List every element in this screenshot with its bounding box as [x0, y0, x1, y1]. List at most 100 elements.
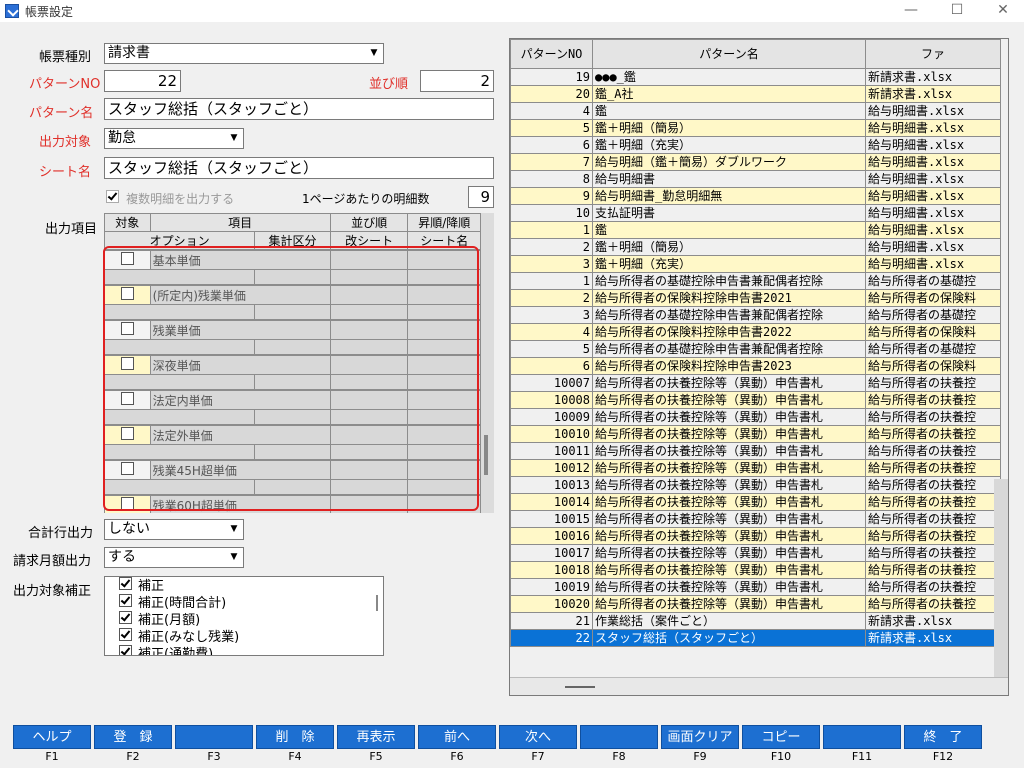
report-type-select[interactable]: 請求書 ▼	[104, 43, 384, 64]
table-row[interactable]: 10010 給与所得者の扶養控除等（異動）申告書札 給与所得者の扶養控	[510, 425, 1001, 443]
fkey-button-f3[interactable]	[175, 725, 253, 749]
table-row[interactable]: 3 給与所得者の基礎控除申告書兼配偶者控除 給与所得者の基礎控	[510, 306, 1001, 324]
table-row[interactable]: 5 鑑＋明細（簡易） 給与明細書.xlsx	[510, 119, 1001, 137]
checkbox-icon[interactable]	[119, 645, 132, 655]
fkey-button-f4[interactable]: 削 除	[256, 725, 334, 749]
correction-scrollbar-thumb[interactable]	[376, 595, 378, 611]
pattern-no-input[interactable]: 22	[104, 70, 181, 92]
total-row-select[interactable]: しない ▼	[104, 519, 244, 540]
fkey-button-f10[interactable]: コピー	[742, 725, 820, 749]
table-row[interactable]: 10020 給与所得者の扶養控除等（異動）申告書札 給与所得者の扶養控	[510, 595, 1001, 613]
correction-item[interactable]: 補正(みなし残業)	[105, 628, 383, 645]
checkbox-icon[interactable]	[119, 611, 132, 624]
pattern-table[interactable]: パターンNO パターン名 ファ 19 ●●●_鑑 新請求書.xlsx 20 鑑_A社 新請…	[509, 38, 1009, 696]
table-row[interactable]: 10012 給与所得者の扶養控除等（異動）申告書札 給与所得者の扶養控	[510, 459, 1001, 477]
items-scrollbar-thumb[interactable]	[484, 435, 488, 475]
window-title: 帳票設定	[25, 5, 74, 19]
table-row[interactable]: 4 鑑給与明細書.xlsx	[510, 102, 1001, 120]
correction-item[interactable]: 補正(時間合計)	[105, 594, 383, 611]
fkey-button-f11[interactable]	[823, 725, 901, 749]
table-row[interactable]: 21 作業総括（案件ごと） 新請求書.xlsx	[510, 612, 1001, 630]
checkbox-icon[interactable]	[119, 594, 132, 607]
billing-amount-select[interactable]: する ▼	[104, 547, 244, 568]
col-pattern-no[interactable]: パターンNO	[510, 39, 593, 69]
table-row[interactable]: 6 鑑＋明細（充実） 給与明細書.xlsx	[510, 136, 1001, 154]
pattern-name-cell: 作業総括（案件ごと）	[592, 612, 866, 630]
table-row[interactable]: 2 鑑＋明細（簡易） 給与明細書.xlsx	[510, 238, 1001, 256]
correction-item[interactable]: 補正	[105, 577, 383, 594]
col-file[interactable]: ファ	[865, 39, 1001, 69]
pattern-no-cell: 3	[510, 255, 593, 273]
fkey-number: F7	[531, 750, 545, 763]
table-row[interactable]: 10013 給与所得者の扶養控除等（異動）申告書札 給与所得者の扶養控	[510, 476, 1001, 494]
table-row[interactable]: 9 給与明細書_勤怠明細無 給与明細書.xlsx	[510, 187, 1001, 205]
file-cell: 給与所得者の基礎控	[865, 306, 1001, 324]
col-target[interactable]: 対象	[104, 213, 151, 232]
table-row[interactable]: 3 鑑＋明細（充実） 給与明細書.xlsx	[510, 255, 1001, 273]
table-row[interactable]: 10017 給与所得者の扶養控除等（異動）申告書札 給与所得者の扶養控	[510, 544, 1001, 562]
details-per-page-input[interactable]: 9	[468, 186, 494, 208]
pattern-name-cell: 給与所得者の扶養控除等（異動）申告書札	[592, 544, 866, 562]
table-row[interactable]: 5 給与所得者の基礎控除申告書兼配偶者控除 給与所得者の基礎控	[510, 340, 1001, 358]
fkey-button-f1[interactable]: ヘルプ	[13, 725, 91, 749]
col-pattern-name[interactable]: パターン名	[592, 39, 866, 69]
table-row[interactable]: 10019 給与所得者の扶養控除等（異動）申告書札 給与所得者の扶養控	[510, 578, 1001, 596]
table-row[interactable]: 7 給与明細（鑑＋簡易）ダブルワーク 給与明細書.xlsx	[510, 153, 1001, 171]
table-row[interactable]: 6 給与所得者の保険料控除申告書2023 給与所得者の保険料	[510, 357, 1001, 375]
col-sort[interactable]: 並び順	[329, 213, 409, 232]
fkey-button-f2[interactable]: 登 録	[94, 725, 172, 749]
correction-list[interactable]: 補正補正(時間合計) 補正(月額) 補正(みなし残業) 補正(通勤費)	[104, 576, 384, 656]
table-row[interactable]: 4 給与所得者の保険料控除申告書2022 給与所得者の保険料	[510, 323, 1001, 341]
table-row[interactable]: 8 給与明細書 給与明細書.xlsx	[510, 170, 1001, 188]
pattern-no-cell: 5	[510, 340, 593, 358]
table-row[interactable]: 20 鑑_A社 新請求書.xlsx	[510, 85, 1001, 103]
output-items-label: 出力項目	[45, 222, 98, 237]
correction-item[interactable]: 補正(通勤費)	[105, 645, 383, 655]
checkbox-icon[interactable]	[119, 628, 132, 641]
table-row[interactable]: 19 ●●●_鑑 新請求書.xlsx	[510, 68, 1001, 86]
fkey-button-f7[interactable]: 次へ	[499, 725, 577, 749]
sort-order-input[interactable]: 2	[420, 70, 494, 92]
col-item[interactable]: 項目	[149, 213, 331, 232]
fkey-button-f12[interactable]: 終 了	[904, 725, 982, 749]
output-target-select[interactable]: 勤怠 ▼	[104, 128, 244, 149]
horizontal-scrollbar-thumb[interactable]	[565, 686, 595, 688]
correction-item-label: 補正(時間合計)	[138, 596, 227, 611]
table-row[interactable]: 10009 給与所得者の扶養控除等（異動）申告書札 給与所得者の扶養控	[510, 408, 1001, 426]
table-row[interactable]: 1 鑑給与明細書.xlsx	[510, 221, 1001, 239]
table-row[interactable]: 10007 給与所得者の扶養控除等（異動）申告書札 給与所得者の扶養控	[510, 374, 1001, 392]
fkey-button-f6[interactable]: 前へ	[418, 725, 496, 749]
file-cell: 給与所得者の扶養控	[865, 408, 1001, 426]
table-row[interactable]: 10014 給与所得者の扶養控除等（異動）申告書札 給与所得者の扶養控	[510, 493, 1001, 511]
table-row[interactable]: 10015 給与所得者の扶養控除等（異動）申告書札 給与所得者の扶養控	[510, 510, 1001, 528]
file-cell: 給与明細書.xlsx	[865, 119, 1001, 137]
fkey-number: F9	[693, 750, 707, 763]
multi-detail-checkbox[interactable]: 複数明細を出力する	[106, 190, 234, 207]
pattern-name-cell: 給与所得者の扶養控除等（異動）申告書札	[592, 527, 866, 545]
horizontal-scrollbar[interactable]	[510, 677, 1008, 695]
minimize-button[interactable]: —	[888, 0, 934, 22]
table-row[interactable]: 22 スタッフ総括（スタッフごと） 新請求書.xlsx	[510, 629, 1001, 647]
correction-item[interactable]: 補正(月額)	[105, 611, 383, 628]
table-row[interactable]: 10011 給与所得者の扶養控除等（異動）申告書札 給与所得者の扶養控	[510, 442, 1001, 460]
table-row[interactable]: 10018 給与所得者の扶養控除等（異動）申告書札 給与所得者の扶養控	[510, 561, 1001, 579]
close-button[interactable]: ✕	[980, 0, 1024, 22]
details-per-page-label: 1ページあたりの明細数	[302, 192, 430, 206]
pattern-name-input[interactable]: スタッフ総括（スタッフごと）	[104, 98, 494, 120]
table-row[interactable]: 10016 給与所得者の扶養控除等（異動）申告書札 給与所得者の扶養控	[510, 527, 1001, 545]
table-row[interactable]: 2 給与所得者の保険料控除申告書2021 給与所得者の保険料	[510, 289, 1001, 307]
table-row[interactable]: 1 給与所得者の基礎控除申告書兼配偶者控除 給与所得者の基礎控	[510, 272, 1001, 290]
fkey-button-f9[interactable]: 画面クリア	[661, 725, 739, 749]
table-row[interactable]: 10 支払証明書 給与明細書.xlsx	[510, 204, 1001, 222]
vertical-scrollbar[interactable]	[994, 479, 1008, 677]
fkey-button-f8[interactable]	[580, 725, 658, 749]
col-asc-desc[interactable]: 昇順/降順	[407, 213, 481, 232]
maximize-button[interactable]: ☐	[934, 0, 980, 22]
table-row[interactable]: 10008 給与所得者の扶養控除等（異動）申告書札 給与所得者の扶養控	[510, 391, 1001, 409]
pattern-no-cell: 22	[510, 629, 593, 647]
fkey-button-f5[interactable]: 再表示	[337, 725, 415, 749]
report-type-value: 請求書	[108, 45, 150, 61]
sheet-name-input[interactable]: スタッフ総括（スタッフごと）	[104, 157, 494, 179]
pattern-name-cell: 給与所得者の扶養控除等（異動）申告書札	[592, 425, 866, 443]
checkbox-icon[interactable]	[119, 577, 132, 590]
